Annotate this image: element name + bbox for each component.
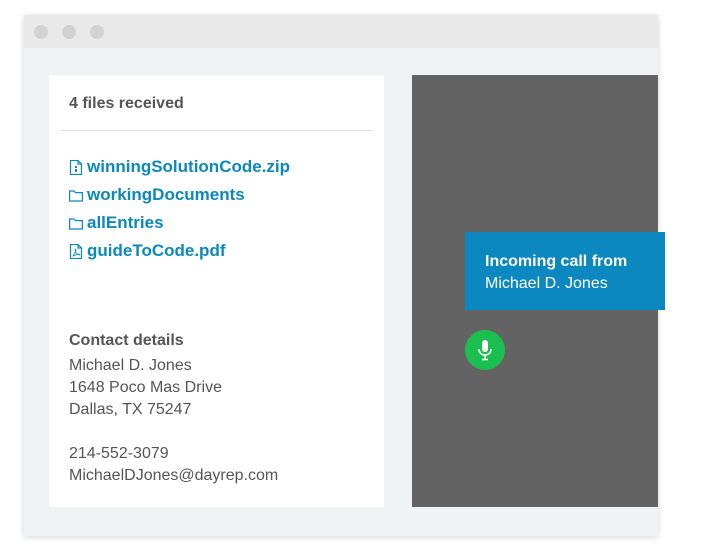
divider <box>61 130 373 131</box>
file-item-all-entries[interactable]: allEntries <box>69 209 290 237</box>
window-minimize-dot[interactable] <box>62 25 76 39</box>
file-name: winningSolutionCode.zip <box>87 157 291 176</box>
microphone-icon <box>478 340 492 361</box>
file-name: guideToCode.pdf <box>87 241 226 260</box>
caller-name: Michael D. Jones <box>485 275 608 292</box>
files-heading: 4 files received <box>69 95 184 112</box>
incoming-call-title: Incoming call from <box>485 253 628 270</box>
window-titlebar <box>24 15 658 48</box>
files-panel: 4 files received winningSolutionCode.zip… <box>49 75 384 507</box>
file-item-working-documents[interactable]: workingDocuments <box>69 181 290 209</box>
contact-details: Michael D. Jones 1648 Poco Mas Drive Dal… <box>69 355 278 487</box>
window-maximize-dot[interactable] <box>90 25 104 39</box>
file-name: workingDocuments <box>87 185 245 204</box>
window-close-dot[interactable] <box>34 25 48 39</box>
pdf-file-icon <box>69 243 83 259</box>
incoming-call-banner[interactable]: Incoming call from Michael D. Jones <box>465 232 665 310</box>
contact-name: Michael D. Jones <box>69 357 192 374</box>
file-item-guide-to-code[interactable]: guideToCode.pdf <box>69 237 290 265</box>
microphone-button[interactable] <box>465 330 505 370</box>
contact-street: 1648 Poco Mas Drive <box>69 379 222 396</box>
zip-file-icon <box>69 159 83 175</box>
contact-phone: 214-552-3079 <box>69 445 169 462</box>
file-list: winningSolutionCode.zip workingDocuments… <box>69 153 290 265</box>
folder-icon <box>69 189 83 202</box>
file-name: allEntries <box>87 213 164 232</box>
file-item-winning-solution-code[interactable]: winningSolutionCode.zip <box>69 153 290 181</box>
contact-city: Dallas, TX 75247 <box>69 401 192 418</box>
contact-heading: Contact details <box>69 332 184 349</box>
contact-email: MichaelDJones@dayrep.com <box>69 467 279 484</box>
folder-icon <box>69 217 83 230</box>
